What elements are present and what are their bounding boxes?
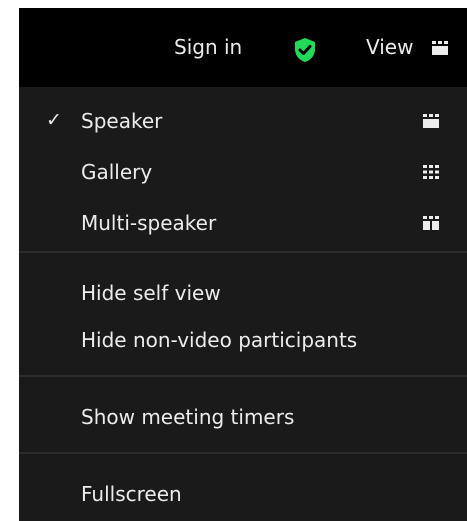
- shield-check-icon[interactable]: [293, 37, 317, 63]
- gallery-view-icon: [423, 165, 439, 179]
- menu-item-show-timers[interactable]: Show meeting timers: [19, 397, 467, 437]
- menu-divider: [19, 452, 467, 454]
- meeting-window: Sign in View ✓ Speaker Gallery Multi-spe…: [19, 8, 467, 521]
- menu-divider: [19, 251, 467, 253]
- menu-item-label: Hide non-video participants: [81, 328, 358, 352]
- menu-item-label: Multi-speaker: [81, 211, 217, 235]
- menu-divider: [19, 375, 467, 377]
- view-button[interactable]: View: [366, 35, 413, 59]
- speaker-view-icon: [423, 114, 439, 128]
- view-dropdown-menu: ✓ Speaker Gallery Multi-speaker Hide sel…: [19, 87, 467, 521]
- sign-in-button[interactable]: Sign in: [174, 35, 242, 59]
- multi-speaker-view-icon: [423, 216, 439, 230]
- menu-item-label: Gallery: [81, 160, 153, 184]
- checkmark-icon: ✓: [46, 109, 62, 131]
- menu-item-label: Speaker: [81, 109, 163, 133]
- menu-item-fullscreen[interactable]: Fullscreen: [19, 474, 467, 514]
- menu-item-hide-self-view[interactable]: Hide self view: [19, 273, 467, 313]
- menu-item-label: Hide self view: [81, 281, 221, 305]
- menu-item-speaker[interactable]: ✓ Speaker: [19, 101, 467, 141]
- menu-item-gallery[interactable]: Gallery: [19, 152, 467, 192]
- menu-item-hide-non-video[interactable]: Hide non-video participants: [19, 320, 467, 360]
- menu-item-multi-speaker[interactable]: Multi-speaker: [19, 203, 467, 243]
- menu-item-label: Fullscreen: [81, 482, 182, 506]
- view-layout-icon[interactable]: [432, 41, 448, 55]
- menu-item-label: Show meeting timers: [81, 405, 295, 429]
- top-toolbar: Sign in View: [19, 8, 467, 87]
